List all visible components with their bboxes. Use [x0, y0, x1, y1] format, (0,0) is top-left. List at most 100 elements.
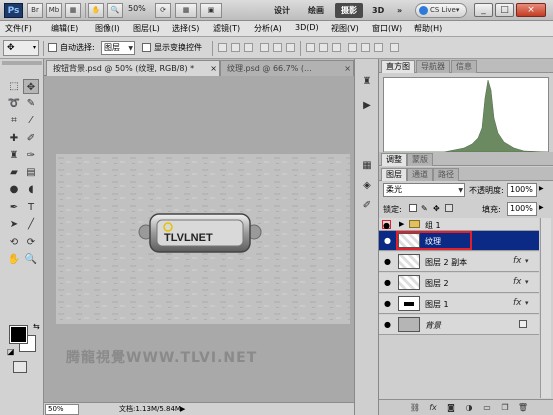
tab-navigator[interactable]: 导航器	[416, 60, 450, 73]
tools-grip[interactable]	[2, 61, 42, 65]
foreground-color-swatch[interactable]	[9, 325, 28, 344]
more-workspaces-button[interactable]: »	[391, 3, 408, 18]
canvas-viewport[interactable]: TLVLNET 腾龍視覺WWW.TLVI.NET	[44, 76, 354, 402]
marquee-tool-icon[interactable]: ⬚	[6, 79, 22, 94]
tab-document-2[interactable]: 纹理.psd @ 66.7% (... ×	[220, 60, 354, 76]
healing-tool-icon[interactable]: ✚	[6, 131, 22, 146]
link-layers-icon[interactable]: ⛓	[409, 402, 421, 414]
layer-row-texture[interactable]: ● 纹理	[379, 231, 539, 251]
3d-rotate-tool-icon[interactable]: ⟲	[6, 235, 22, 250]
eye-icon[interactable]: ●	[382, 299, 393, 308]
align-right-icon[interactable]	[286, 43, 295, 52]
lock-pixels-icon[interactable]: ✎	[421, 204, 428, 213]
tab-paths[interactable]: 路径	[433, 168, 459, 181]
line-tool-icon[interactable]: ╱	[23, 217, 39, 232]
type-tool-icon[interactable]: T	[23, 200, 39, 215]
tab-document-1[interactable]: 按钮背景.psd @ 50% (纹理, RGB/8) * ×	[46, 60, 220, 76]
crop-tool-icon[interactable]: ⌗	[6, 113, 22, 128]
lasso-tool-icon[interactable]: ➰	[6, 96, 22, 111]
menu-edit[interactable]: 编辑(E)	[51, 23, 78, 34]
distribute-left-icon[interactable]	[348, 43, 357, 52]
close-button[interactable]: ×	[516, 3, 546, 17]
fill-input[interactable]: 100%	[507, 202, 537, 216]
history-brush-tool-icon[interactable]: ✑	[23, 148, 39, 163]
expand-effects-icon[interactable]: ▾	[525, 299, 529, 307]
menu-filter[interactable]: 滤镜(T)	[213, 23, 240, 34]
auto-select-dropdown[interactable]: 图层 ▼	[101, 41, 135, 55]
tab-info[interactable]: 信息	[451, 60, 477, 73]
menu-select[interactable]: 选择(S)	[172, 23, 199, 34]
eyedropper-tool-icon[interactable]: ⁄	[23, 113, 39, 128]
distribute-hcenter-icon[interactable]	[361, 43, 370, 52]
layer-row-background[interactable]: ● 背景	[379, 315, 539, 335]
3d-orbit-tool-icon[interactable]: ⟳	[23, 235, 39, 250]
expand-effects-icon[interactable]: ▾	[525, 257, 529, 265]
menu-file[interactable]: 文件(F)	[5, 23, 32, 34]
eye-icon[interactable]: ●	[382, 257, 393, 266]
workspace-photography[interactable]: 摄影	[335, 3, 363, 18]
layer-row-layer2-copy[interactable]: ● 图层 2 副本 fx ▾	[379, 252, 539, 272]
show-transform-checkbox[interactable]	[142, 43, 151, 52]
distribute-right-icon[interactable]	[374, 43, 383, 52]
close-tab-icon[interactable]: ×	[344, 61, 351, 76]
eye-icon[interactable]: ●	[382, 220, 391, 230]
workspace-3d[interactable]: 3D	[366, 3, 390, 18]
new-layer-icon[interactable]: ❐	[499, 402, 511, 414]
lock-transparent-icon[interactable]	[409, 204, 417, 212]
cs-live-button[interactable]: CS Live▾	[415, 3, 467, 18]
rotate-view-icon[interactable]: ⟳	[155, 3, 171, 18]
blend-mode-dropdown[interactable]: 柔光 ▼	[383, 183, 465, 197]
eye-icon[interactable]: ●	[382, 236, 393, 245]
fx-icon[interactable]: fx	[513, 298, 522, 308]
expand-effects-icon[interactable]: ▾	[525, 278, 529, 286]
fx-icon[interactable]: fx	[513, 256, 522, 266]
status-menu-arrow[interactable]: ▶	[180, 403, 185, 415]
eraser-tool-icon[interactable]: ▰	[6, 165, 22, 180]
swap-colors-icon[interactable]: ⇆	[33, 322, 40, 331]
tab-masks[interactable]: 蒙版	[407, 153, 433, 166]
default-colors-icon[interactable]: ◪	[7, 347, 15, 356]
opacity-input[interactable]: 100%	[507, 183, 537, 197]
lock-position-icon[interactable]: ✥	[433, 204, 440, 213]
tool-preset-picker[interactable]: ✥ ▾	[3, 40, 39, 56]
menu-help[interactable]: 帮助(H)	[414, 23, 442, 34]
pen-tool-icon[interactable]: ✒	[6, 200, 22, 215]
zoom-level[interactable]: 50%	[128, 4, 146, 13]
gradient-tool-icon[interactable]: ▤	[23, 165, 39, 180]
align-left-icon[interactable]	[260, 43, 269, 52]
blur-tool-icon[interactable]: ●	[6, 182, 22, 197]
path-selection-tool-icon[interactable]: ➤	[6, 217, 22, 232]
document-canvas[interactable]: TLVLNET	[56, 154, 350, 324]
delete-layer-icon[interactable]: 🗑	[517, 402, 529, 414]
quick-mask-icon[interactable]	[13, 361, 27, 373]
status-zoom-field[interactable]: 50%	[45, 404, 79, 415]
minimize-button[interactable]: _	[474, 3, 493, 17]
workspace-design[interactable]: 设计	[268, 3, 296, 18]
auto-select-checkbox[interactable]	[48, 43, 57, 52]
menu-analysis[interactable]: 分析(A)	[254, 23, 282, 34]
opacity-arrow[interactable]: ▶	[539, 185, 544, 192]
align-bottom-icon[interactable]	[244, 43, 253, 52]
hand-icon[interactable]: ✋	[88, 3, 104, 18]
menu-layer[interactable]: 图层(L)	[133, 23, 160, 34]
fill-arrow[interactable]: ▶	[539, 204, 544, 211]
minibridge-button[interactable]: Mb	[46, 3, 62, 18]
menu-view[interactable]: 视图(V)	[331, 23, 359, 34]
swatches-panel-icon[interactable]: ▦	[360, 159, 374, 173]
hand-tool-icon[interactable]: ✋	[6, 252, 22, 267]
tab-adjustments[interactable]: 调整	[381, 153, 407, 166]
auto-align-icon[interactable]	[390, 43, 399, 52]
screen-mode-icon[interactable]: ▣	[200, 3, 222, 18]
zoom-tool-icon[interactable]: 🔍	[107, 3, 123, 18]
tab-layers[interactable]: 图层	[381, 168, 407, 181]
quick-select-tool-icon[interactable]: ✎	[23, 96, 39, 111]
dodge-tool-icon[interactable]: ◖	[23, 182, 39, 197]
close-tab-icon[interactable]: ×	[210, 61, 217, 76]
adjustment-layer-icon[interactable]: ◑	[463, 402, 475, 414]
layer-row-group1[interactable]: ● ▶ 组 1	[379, 218, 539, 231]
maximize-button[interactable]: □	[495, 3, 514, 17]
add-style-icon[interactable]: fx	[427, 402, 439, 414]
new-group-icon[interactable]: ▭	[481, 402, 493, 414]
menu-3d[interactable]: 3D(D)	[295, 23, 319, 32]
align-vcenter-icon[interactable]	[231, 43, 240, 52]
